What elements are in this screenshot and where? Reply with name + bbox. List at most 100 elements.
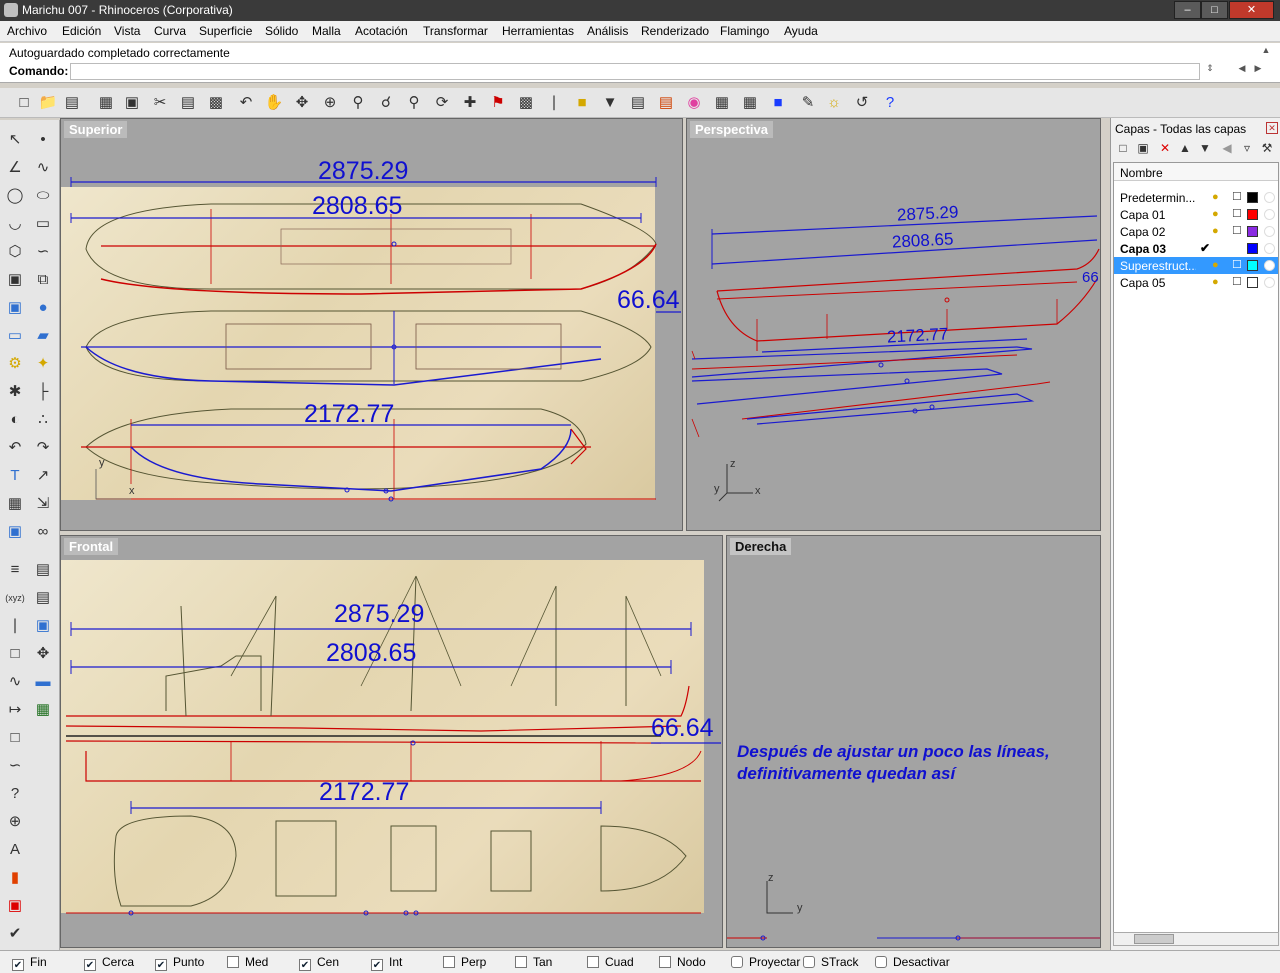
layer-row[interactable]: Capa 02 ● ☐ bbox=[1114, 223, 1278, 240]
bulb-on-icon[interactable]: ● bbox=[1212, 276, 1219, 288]
shaded-icon[interactable]: ■ bbox=[768, 93, 788, 113]
viewport-icon[interactable]: ▤ bbox=[31, 558, 55, 582]
cplane-icon[interactable]: ✥ bbox=[31, 642, 55, 666]
polyline-icon[interactable]: ∠ bbox=[3, 156, 27, 180]
zoom-window-icon[interactable]: ⚲ bbox=[348, 93, 368, 113]
viewport-derecha[interactable]: Después de ajustar un poco las líneas, d… bbox=[726, 535, 1101, 948]
curve-icon[interactable]: ∿ bbox=[31, 156, 55, 180]
history-scroll-up-icon[interactable]: ▲ bbox=[1260, 45, 1272, 59]
light-icon[interactable]: ☼ bbox=[824, 93, 844, 113]
checkbox-icon[interactable] bbox=[587, 956, 599, 968]
bounding-box-icon[interactable]: □ bbox=[3, 642, 27, 666]
viewport-label-derecha[interactable]: Derecha bbox=[730, 538, 792, 555]
sphere-icon[interactable]: ● bbox=[31, 296, 55, 320]
layer-row[interactable]: Capa 01 ● ☐ bbox=[1114, 206, 1278, 223]
command-right-icon[interactable]: ▶ bbox=[1252, 63, 1264, 77]
layer-color-swatch[interactable] bbox=[1247, 226, 1258, 237]
box-icon[interactable]: ▣ bbox=[3, 296, 27, 320]
surface-corner-icon[interactable]: ▣ bbox=[3, 268, 27, 292]
viewport-label-frontal[interactable]: Frontal bbox=[64, 538, 119, 555]
unlock-icon[interactable]: ☐ bbox=[1232, 258, 1242, 271]
layer-row-current[interactable]: Capa 03 ✔ bbox=[1114, 240, 1278, 257]
menu-solido[interactable]: Sólido bbox=[265, 24, 298, 38]
menu-curva[interactable]: Curva bbox=[154, 24, 186, 38]
osnap-int[interactable]: ✔ Int bbox=[371, 955, 402, 971]
rainbow-surface-icon[interactable]: ▮ bbox=[3, 866, 27, 890]
attach-icon[interactable]: ▣ bbox=[122, 93, 142, 113]
arc-icon[interactable]: ◡ bbox=[3, 212, 27, 236]
rotate-view-icon[interactable]: ⟳ bbox=[432, 93, 452, 113]
minimize-button[interactable]: – bbox=[1174, 1, 1201, 19]
freeform-icon[interactable]: ∽ bbox=[31, 240, 55, 264]
toggle-icon[interactable] bbox=[803, 956, 815, 968]
point-icon[interactable]: ∣ bbox=[544, 93, 564, 113]
panel-icon[interactable]: ▤ bbox=[31, 586, 55, 610]
solid-box-icon[interactable]: ▣ bbox=[3, 520, 27, 544]
layer-row-selected[interactable]: Superestruct... ● ☐ bbox=[1114, 257, 1278, 274]
persp-dimension-bow[interactable]: 66 bbox=[1082, 269, 1099, 286]
options-icon[interactable]: ↺ bbox=[852, 93, 872, 113]
move-up-icon[interactable]: ▲ bbox=[1177, 140, 1193, 156]
menu-analisis[interactable]: Análisis bbox=[587, 24, 628, 38]
toggle-icon[interactable] bbox=[731, 956, 743, 968]
maximize-button[interactable]: □ bbox=[1201, 1, 1228, 19]
color-wheel-icon[interactable]: ◉ bbox=[684, 93, 704, 113]
frontal-dimension-bow[interactable]: 66.64 bbox=[651, 714, 714, 743]
close-icon[interactable]: ✕ bbox=[1266, 122, 1278, 134]
menu-acotacion[interactable]: Acotación bbox=[355, 24, 408, 38]
material-icon[interactable] bbox=[1264, 260, 1275, 271]
measure-icon[interactable]: ∣ bbox=[3, 614, 27, 638]
fillet-icon[interactable]: ↶ bbox=[3, 436, 27, 460]
annotate-icon[interactable]: A bbox=[3, 838, 27, 862]
checkbox-icon[interactable] bbox=[515, 956, 527, 968]
menu-superficie[interactable]: Superficie bbox=[199, 24, 252, 38]
bulb-on-icon[interactable]: ● bbox=[1212, 208, 1219, 220]
cube-icon[interactable]: ▣ bbox=[31, 614, 55, 638]
pen-icon[interactable]: ✎ bbox=[798, 93, 818, 113]
persp-dimension-hold[interactable]: 2172.77 bbox=[887, 324, 949, 347]
layer-color-swatch[interactable] bbox=[1247, 243, 1258, 254]
menu-transformar[interactable]: Transformar bbox=[423, 24, 488, 38]
point-icon[interactable]: • bbox=[31, 128, 55, 152]
move-down-icon[interactable]: ▼ bbox=[1197, 140, 1213, 156]
open-folder-icon[interactable]: 📁 bbox=[38, 93, 58, 113]
layer-color-swatch[interactable] bbox=[1247, 192, 1258, 203]
group-icon[interactable]: ∴ bbox=[31, 408, 55, 432]
layer-color-swatch[interactable] bbox=[1247, 260, 1258, 271]
plane-icon[interactable]: ▰ bbox=[31, 324, 55, 348]
layers-stack-icon[interactable]: ▤ bbox=[656, 93, 676, 113]
layer-row[interactable]: Capa 05 ● ☐ bbox=[1114, 274, 1278, 291]
checkbox-icon[interactable]: ✔ bbox=[84, 959, 96, 971]
array-icon[interactable]: ▦ bbox=[3, 492, 27, 516]
command-spin-icon[interactable]: ⇕ bbox=[1204, 63, 1216, 77]
osnap-tan[interactable]: Tan bbox=[515, 955, 552, 969]
unlock-icon[interactable]: ☐ bbox=[1232, 224, 1242, 237]
copy-icon[interactable]: ▤ bbox=[178, 93, 198, 113]
menu-malla[interactable]: Malla bbox=[312, 24, 341, 38]
osnap-fin[interactable]: ✔ Fin bbox=[12, 955, 47, 971]
layer-column-name[interactable]: Nombre bbox=[1114, 163, 1278, 181]
scale-icon[interactable]: ⇲ bbox=[31, 492, 55, 516]
menu-ayuda[interactable]: Ayuda bbox=[784, 24, 818, 38]
unlock-icon[interactable]: ☐ bbox=[1232, 190, 1242, 203]
plus-grid-icon[interactable]: ✚ bbox=[460, 93, 480, 113]
osnap-cerca[interactable]: ✔ Cerca bbox=[84, 955, 134, 971]
tools-icon[interactable]: ⚒ bbox=[1259, 140, 1275, 156]
dimension-overall-length[interactable]: 2875.29 bbox=[318, 157, 408, 186]
polygon-icon[interactable]: ⬡ bbox=[3, 240, 27, 264]
toggle-icon[interactable] bbox=[875, 956, 887, 968]
checkbox-icon[interactable]: ✔ bbox=[155, 959, 167, 971]
menu-renderizado[interactable]: Renderizado bbox=[641, 24, 709, 38]
question-curve-icon[interactable]: ? bbox=[3, 782, 27, 806]
viewport-frontal[interactable]: 2875.29 2808.65 66.64 2172.77 Frontal bbox=[60, 535, 723, 948]
move-icon[interactable]: ↗ bbox=[31, 464, 55, 488]
analyze-curve-icon[interactable]: ∿ bbox=[3, 670, 27, 694]
osnap-icon[interactable]: ■ bbox=[572, 93, 592, 113]
extrude-icon[interactable]: ⧉ bbox=[31, 268, 55, 292]
pan-hand-icon[interactable]: ✋ bbox=[264, 93, 284, 113]
strack-button[interactable]: STrack bbox=[803, 953, 859, 972]
distance-icon[interactable]: ↦ bbox=[3, 698, 27, 722]
osnap-perp[interactable]: Perp bbox=[443, 955, 486, 969]
persp-dimension-overall[interactable]: 2875.29 bbox=[897, 202, 959, 225]
dimension-hull-length[interactable]: 2808.65 bbox=[312, 192, 402, 221]
